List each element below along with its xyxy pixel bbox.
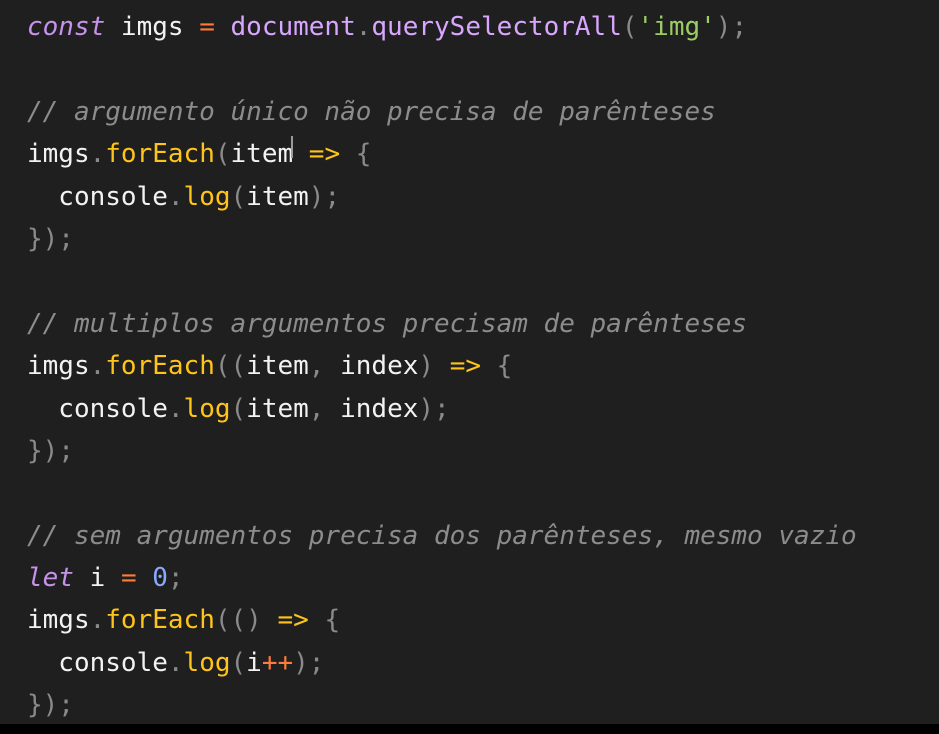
code-token: (( (214, 351, 247, 382)
code-token: ( (621, 12, 638, 42)
code-line[interactable] (27, 260, 857, 302)
code-token: ( (230, 393, 247, 424)
code-token: ); (418, 393, 450, 424)
code-token: ( (230, 647, 247, 678)
code-token: , (308, 351, 341, 382)
code-token: item (246, 181, 309, 212)
code-token: }); (27, 690, 74, 721)
code-token: index (340, 351, 419, 382)
code-token: ( (230, 181, 247, 212)
code-token: i (73, 563, 121, 594)
code-line[interactable]: const imgs = document.querySelectorAll('… (27, 6, 857, 48)
code-token: forEach (105, 351, 215, 382)
code-token: querySelectorAll (371, 12, 622, 42)
window-bottom-edge (0, 724, 939, 734)
code-line[interactable]: imgs.forEach((item, index) => { (27, 345, 857, 387)
code-token: { (308, 605, 341, 636)
code-line[interactable]: // multiplos argumentos precisam de parê… (27, 303, 857, 345)
code-token: i (246, 647, 262, 678)
code-token: imgs (27, 139, 90, 170)
code-token: { (340, 139, 372, 170)
code-token: (() (214, 605, 278, 636)
code-token: }); (27, 435, 74, 466)
code-token: ; (167, 563, 184, 594)
code-token: ); (308, 181, 341, 212)
code-token: console (27, 181, 168, 212)
code-token: // multiplos argumentos precisam de parê… (27, 308, 748, 339)
code-token: imgs (105, 12, 200, 42)
code-token: log (183, 181, 231, 212)
code-token: => (449, 351, 482, 382)
code-editor[interactable]: const imgs = document.querySelectorAll('… (0, 0, 939, 724)
code-token: . (167, 393, 184, 424)
code-token: . (167, 181, 184, 212)
code-line[interactable]: imgs.forEach(() => { (27, 599, 857, 641)
code-token: { (481, 351, 513, 382)
code-token: console (27, 393, 168, 424)
code-line[interactable]: // argumento único não precisa de parênt… (27, 91, 857, 133)
code-token: const (27, 12, 106, 42)
code-token: ) (418, 351, 450, 382)
code-token: index (340, 393, 419, 424)
code-token: item (246, 351, 309, 382)
code-token: => (277, 605, 309, 636)
code-token: document (214, 12, 356, 42)
code-token: = (199, 12, 215, 42)
code-token: let (27, 563, 74, 594)
code-token: ); (293, 647, 325, 678)
code-line[interactable] (27, 48, 857, 90)
code-token: item (246, 393, 309, 424)
code-line[interactable]: console.log(item); (27, 176, 857, 218)
code-block[interactable]: const imgs = document.querySelectorAll('… (27, 6, 857, 724)
code-token: // argumento único não precisa de parênt… (27, 96, 716, 127)
code-token: . (89, 605, 106, 636)
code-token: => (308, 139, 341, 170)
code-line[interactable]: let i = 0; (27, 557, 857, 599)
code-token: . (167, 647, 184, 678)
code-token: . (355, 12, 372, 42)
code-token: 0 (152, 563, 168, 594)
code-token: , (308, 393, 341, 424)
code-token: log (183, 647, 231, 678)
code-line[interactable] (27, 472, 857, 514)
code-line[interactable]: imgs.forEach(item => { (27, 133, 857, 175)
code-token: ( (214, 139, 231, 170)
code-token: = (120, 563, 137, 594)
code-line[interactable]: // sem argumentos precisa dos parênteses… (27, 515, 857, 557)
code-token: item (230, 139, 294, 170)
code-token: forEach (105, 139, 215, 170)
code-token: ); (715, 12, 748, 42)
code-token: imgs (27, 351, 90, 382)
code-token: // sem argumentos precisa dos parênteses… (27, 520, 857, 551)
code-token: . (89, 139, 106, 170)
code-token: forEach (105, 605, 215, 636)
code-token: 'img' (637, 12, 716, 42)
code-line[interactable]: console.log(i++); (27, 642, 857, 684)
code-token: console (27, 647, 168, 678)
code-token: }); (27, 223, 74, 254)
code-token: log (183, 393, 231, 424)
code-line[interactable]: }); (27, 684, 857, 724)
code-line[interactable]: }); (27, 218, 857, 260)
code-line[interactable]: }); (27, 430, 857, 472)
code-token: imgs (27, 605, 90, 636)
code-token: . (89, 351, 106, 382)
code-line[interactable]: console.log(item, index); (27, 388, 857, 430)
code-token: ++ (261, 647, 294, 678)
